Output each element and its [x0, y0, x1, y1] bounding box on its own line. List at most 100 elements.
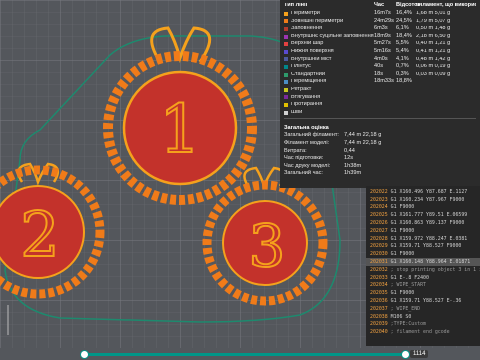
- legend-row-percent: 24,5%: [396, 17, 412, 24]
- legend-row[interactable]: Втягування: [284, 94, 476, 102]
- gcode-panel[interactable]: 202022 G1 X160.496 Y87.687 E.1127 202023 G1…: [366, 186, 480, 346]
- legend-row[interactable]: Внутрішній міст 4m0s 4,1% 0,48 m 1,42 g: [284, 56, 476, 64]
- legend-row-filament: 0,41 m 1,21 g: [416, 48, 451, 54]
- legend-row-time: 6m3s: [374, 25, 388, 32]
- gcode-line[interactable]: 202024 G1 F9000: [366, 204, 480, 212]
- gcode-line-current[interactable]: 202031 G1 X160.148 Y88.964 E.01871: [366, 258, 480, 266]
- legend-row-time: 5m27s: [374, 40, 391, 47]
- gcode-line[interactable]: 202028 G1 X159.972 Y88.247 E.0381: [366, 235, 480, 243]
- summary-value: 1h38m: [344, 162, 362, 169]
- legend-row[interactable]: Периметри 16m7s 16,4% 1,68 m 5,01 g: [284, 10, 476, 18]
- gcode-line-text: G1 X160.148 Y88.964 E.01871: [390, 259, 471, 266]
- gcode-line[interactable]: 202025 G1 X161.777 Y89.51 E.06599: [366, 211, 480, 219]
- legend-color-swatch: [284, 95, 288, 100]
- gcode-line-text: G1 X159.71 Y88.527 F9000: [390, 243, 462, 250]
- legend-row-label: Втягування: [291, 94, 321, 100]
- gcode-line[interactable]: 202040; filament end gcode: [366, 328, 480, 336]
- legend-row[interactable]: Протирання: [284, 101, 476, 109]
- summary-key: Витрата:: [284, 147, 307, 154]
- gcode-line-text: G1 X159.972 Y88.247 E.0381: [390, 235, 468, 242]
- legend-row-percent: 6,1%: [396, 25, 409, 32]
- gcode-line-number: 202022: [370, 188, 388, 195]
- legend-color-swatch: [284, 72, 288, 77]
- layer-slider[interactable]: 1114: [0, 348, 480, 360]
- gcode-line[interactable]: 202026 G1 X160.863 Y89.137 F9000: [366, 219, 480, 227]
- summary-key: Загальний час:: [284, 170, 323, 177]
- gcode-line[interactable]: 202032; stop printing object 3 in 1 id a…: [366, 266, 480, 274]
- gcode-line[interactable]: 202029 G1 X159.71 Y88.527 F9000: [366, 243, 480, 251]
- gcode-line-text: ; filament end gcode: [390, 329, 450, 336]
- legend-row-label: Стандартний: [291, 71, 326, 77]
- legend-row-time: 18m9s: [374, 32, 391, 39]
- col-percent-header: Відсоток: [396, 2, 421, 9]
- gcode-line-text: G1 F9000: [390, 227, 415, 234]
- gcode-line-number: 202039: [370, 321, 388, 328]
- gcode-line[interactable]: 202039 ;TYPE:Custom: [366, 321, 480, 329]
- gcode-line-number: 202026: [370, 220, 388, 227]
- legend-color-swatch: [284, 80, 288, 85]
- legend-row[interactable]: Переміщення 18m33s 18,8%: [284, 78, 476, 86]
- summary-value: 7,44 m 22,18 g: [344, 132, 382, 139]
- legend-row-percent: 18,4%: [396, 32, 412, 39]
- summary-value: 12s: [344, 155, 354, 162]
- summary-value: 0,44: [344, 147, 355, 154]
- gcode-line-text: G1 X161.777 Y89.51 E.06599: [390, 212, 468, 219]
- legend-row[interactable]: Плінтус 40s 0,7% 0,06 m 0,19 g: [284, 63, 476, 71]
- legend-row[interactable]: Заповнення 6m3s 6,1% 0,50 m 1,48 g: [284, 25, 476, 33]
- slider-track[interactable]: [84, 353, 406, 356]
- legend-color-swatch: [284, 26, 288, 31]
- legend-row-label: Внутрішній міст: [291, 56, 332, 62]
- summary-row: Час підготовки: 12s: [284, 155, 476, 163]
- gcode-line-text: G1 X160.863 Y89.137 F9000: [390, 220, 465, 227]
- gcode-line-text: G1 F9000: [390, 290, 415, 297]
- gcode-line[interactable]: 202036 G1 X159.71 Y88.527 E-.36: [366, 297, 480, 305]
- legend-row-filament: 1,68 m 5,01 g: [416, 11, 451, 16]
- legend-row[interactable]: Шви: [284, 109, 476, 117]
- gcode-line-number: 202033: [370, 274, 388, 281]
- legend-row[interactable]: Стандартний 18s 0,3% 0,03 m 0,09 g: [284, 71, 476, 79]
- summary-row: Загальний час: 1h39m: [284, 170, 476, 178]
- gcode-line[interactable]: 202035 G1 F9000: [366, 289, 480, 297]
- gcode-line-number: 202030: [370, 251, 388, 258]
- gcode-line-text: G1 F9000: [390, 204, 415, 211]
- slider-fill: [84, 353, 406, 356]
- legend-row-label: Нижня поверхня: [291, 48, 334, 54]
- legend-panel: Тип лінії Час Відсоток Філамент, що вико…: [280, 0, 480, 188]
- legend-row[interactable]: Ретракт: [284, 86, 476, 94]
- legend-row[interactable]: Верхній шар 5m27s 5,5% 0,40 m 1,21 g: [284, 40, 476, 48]
- legend-color-swatch: [284, 110, 288, 115]
- legend-row[interactable]: Зовнішні периметри 24m29s 24,5% 1,79 m 5,07…: [284, 18, 476, 26]
- svg-text:1: 1: [159, 91, 201, 168]
- gcode-line[interactable]: 202038 M106 S0: [366, 313, 480, 321]
- legend-row-label: Шви: [291, 109, 303, 115]
- legend-row-percent: 18,8%: [396, 78, 412, 85]
- gcode-line[interactable]: 202030 G1 F9000: [366, 250, 480, 258]
- gcode-line[interactable]: 202034; WIPE_START: [366, 282, 480, 290]
- legend-row-label: Периметри: [291, 11, 320, 16]
- gcode-line[interactable]: 202033 G1 E-.8 F2400: [366, 274, 480, 282]
- gcode-line[interactable]: 202023 G1 X160.234 Y87.967 F9000: [366, 196, 480, 204]
- legend-color-swatch: [284, 57, 288, 62]
- legend-row-label: Заповнення: [291, 26, 323, 32]
- slider-value: 1114: [410, 350, 429, 358]
- summary-key: Час друку моделі:: [284, 162, 331, 169]
- gcode-line[interactable]: 202027 G1 F9000: [366, 227, 480, 235]
- legend-row-filament: 0,50 m 1,48 g: [416, 26, 451, 32]
- legend-row-time: 16m7s: [374, 10, 391, 16]
- summary-key: Загальний філамент:: [284, 132, 339, 139]
- slider-knob-left[interactable]: [80, 350, 89, 359]
- gcode-line[interactable]: 202022 G1 X160.496 Y87.687 E.1127: [366, 188, 480, 196]
- legend-row[interactable]: Внутрішнє суцільне заповнення 18m9s 18,4% 2…: [284, 33, 476, 41]
- gcode-line[interactable]: 202037; WIPE_END: [366, 305, 480, 313]
- legend-row-percent: 5,4%: [396, 47, 409, 54]
- gcode-line-number: 202028: [370, 235, 388, 242]
- slider-knob-right[interactable]: [401, 350, 410, 359]
- legend-row-time: 18m33s: [374, 78, 394, 85]
- legend-color-swatch: [284, 34, 288, 39]
- summary-row: Загальний філамент: 7,44 m 22,18 g: [284, 132, 476, 140]
- legend-row[interactable]: Нижня поверхня 5m16s 5,4% 0,41 m 1,21 g: [284, 48, 476, 56]
- gcode-line-number: 202037: [370, 305, 388, 312]
- gcode-line-text: ; WIPE_END: [390, 305, 421, 312]
- gcode-line-number: 202027: [370, 227, 388, 234]
- col-type-header: Тип лінії: [284, 3, 308, 9]
